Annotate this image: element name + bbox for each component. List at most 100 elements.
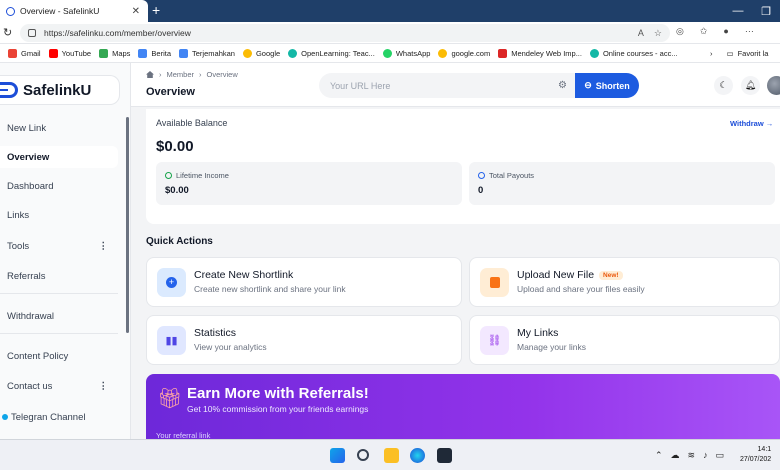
- edge-browser-icon[interactable]: [410, 448, 425, 463]
- total-payouts-box: Total Payouts 0: [469, 162, 775, 205]
- bookmark-maps[interactable]: Maps: [99, 48, 130, 58]
- system-tray: ⌃ ☁ ≋ ♪ ▭: [655, 450, 724, 461]
- search-icon[interactable]: [357, 449, 369, 461]
- bookmarks-bar: Gmail YouTube Maps Berita Terjemahkan Go…: [0, 44, 780, 63]
- bookmark-berita[interactable]: Berita: [138, 48, 171, 58]
- store-icon[interactable]: [437, 448, 452, 463]
- reload-icon[interactable]: ↻: [3, 26, 12, 39]
- sidebar-item-contact-us[interactable]: Contact us ⋮: [0, 375, 118, 397]
- link-icon: ⛓: [480, 326, 509, 355]
- link-icon: ⊖: [584, 80, 592, 90]
- browser-tab[interactable]: Overview - SafelinkU ✕: [0, 0, 148, 22]
- page-title: Overview: [146, 86, 195, 98]
- extensions-icon[interactable]: ◎: [676, 26, 684, 37]
- new-tab-button[interactable]: +: [152, 2, 160, 18]
- favorites-folder-label[interactable]: Favorit la: [738, 49, 769, 58]
- bookmark-terjemahkan[interactable]: Terjemahkan: [179, 48, 235, 58]
- card-title: My Links: [517, 327, 559, 339]
- bookmark-google-com[interactable]: google.com: [438, 48, 490, 58]
- minimize-icon[interactable]: —: [724, 5, 752, 17]
- bookmark-gmail[interactable]: Gmail: [8, 48, 41, 58]
- address-bar-row: ↻ https://safelinku.com/member/overview …: [0, 22, 780, 44]
- sidebar-item-new-link[interactable]: New Link: [0, 117, 118, 139]
- safelinku-logo-icon: [0, 82, 18, 98]
- total-payouts-value: 0: [478, 185, 484, 196]
- more-vertical-icon[interactable]: ⋮: [99, 381, 109, 392]
- cloud-icon[interactable]: ☁: [671, 450, 680, 461]
- url-input[interactable]: Your URL Here ⚙: [319, 73, 575, 98]
- brand-logo[interactable]: SafelinkU: [0, 75, 120, 105]
- plus-circle-icon: +: [157, 268, 186, 297]
- breadcrumb-member[interactable]: Member: [167, 70, 195, 79]
- brand-name: SafelinkU: [23, 81, 92, 99]
- read-aloud-icon[interactable]: A: [638, 28, 644, 39]
- windows-start-icon[interactable]: [330, 448, 345, 463]
- notifications-button[interactable]: 🔔︎: [741, 76, 760, 95]
- browser-tabstrip: Overview - SafelinkU ✕ + — ❐: [0, 0, 780, 22]
- quick-actions-title: Quick Actions: [146, 236, 213, 247]
- sidebar-item-links[interactable]: Links: [0, 204, 118, 226]
- card-subtitle: View your analytics: [194, 342, 267, 352]
- bookmark-openlearning[interactable]: OpenLearning: Teac...: [288, 48, 375, 58]
- bookmark-whatsapp[interactable]: WhatsApp: [382, 48, 430, 58]
- clock-date: 27/07/202: [740, 456, 772, 463]
- window-controls: — ❐: [724, 0, 780, 22]
- address-bar[interactable]: https://safelinku.com/member/overview A …: [20, 24, 670, 42]
- restore-icon[interactable]: ❐: [752, 5, 780, 18]
- clock[interactable]: 14:1 27/07/202: [740, 445, 771, 465]
- card-subtitle: Create new shortlink and share your link: [194, 284, 346, 294]
- sidebar-item-tools[interactable]: Tools ⋮: [0, 235, 118, 257]
- promo-title: Earn More with Referrals!: [187, 385, 369, 402]
- more-icon[interactable]: ···: [745, 26, 754, 37]
- home-icon[interactable]: [146, 71, 154, 78]
- lock-icon[interactable]: [28, 29, 36, 37]
- site-favicon-icon: [6, 6, 15, 16]
- moon-icon: ☾: [719, 80, 728, 90]
- more-vertical-icon[interactable]: ⋮: [99, 241, 109, 252]
- withdraw-link[interactable]: Withdraw →: [730, 119, 773, 128]
- card-subtitle: Upload and share your files easily: [517, 284, 645, 294]
- main-content: › Member › Overview Overview Your URL He…: [131, 63, 780, 444]
- bookmark-online-courses[interactable]: Online courses - acc...: [589, 48, 678, 58]
- bookmark-mendeley[interactable]: Mendeley Web Imp...: [498, 48, 582, 58]
- battery-icon[interactable]: ▭: [716, 450, 725, 461]
- file-explorer-icon[interactable]: [384, 448, 399, 463]
- favorite-star-icon[interactable]: ☆: [654, 28, 662, 39]
- url-text: https://safelinku.com/member/overview: [44, 28, 191, 38]
- sidebar-item-withdrawal[interactable]: Withdrawal: [0, 305, 118, 327]
- bell-icon: 🔔︎: [744, 80, 757, 90]
- card-title: Statistics: [194, 327, 237, 339]
- avatar[interactable]: [767, 76, 780, 95]
- sidebar-scrollbar[interactable]: [126, 117, 129, 333]
- check-circle-icon: [478, 172, 485, 179]
- wifi-icon[interactable]: ≋: [688, 450, 696, 461]
- speaker-icon[interactable]: ♪: [703, 450, 708, 461]
- create-shortlink-card[interactable]: + Create New Shortlink Create new shortl…: [146, 257, 462, 307]
- statistics-card[interactable]: ▮▮ Statistics View your analytics: [146, 315, 462, 365]
- sidebar-divider: [0, 333, 118, 334]
- chevron-up-icon[interactable]: ⌃: [655, 450, 663, 461]
- sidebar-item-dashboard[interactable]: Dashboard: [0, 175, 118, 197]
- sidebar-divider: [0, 293, 118, 294]
- my-links-card[interactable]: ⛓ My Links Manage your links: [469, 315, 780, 365]
- sidebar-item-telegram-channel[interactable]: Telegran Channel: [0, 406, 118, 428]
- lifetime-income-box: Lifetime Income $0.00: [156, 162, 462, 205]
- gear-icon[interactable]: ⚙: [558, 80, 567, 91]
- sidebar-item-overview[interactable]: Overview: [0, 146, 118, 168]
- bookmark-youtube[interactable]: YouTube: [48, 48, 91, 58]
- shorten-button[interactable]: ⊖ Shorten: [575, 73, 639, 98]
- sidebar-item-content-policy[interactable]: Content Policy: [0, 345, 118, 367]
- close-tab-icon[interactable]: ✕: [132, 6, 140, 17]
- available-balance-label: Available Balance: [156, 118, 228, 128]
- upload-file-card[interactable]: Upload New File New! Upload and share you…: [469, 257, 780, 307]
- bookmark-google[interactable]: Google: [242, 48, 280, 58]
- upload-icon: [480, 268, 509, 297]
- sidebar-item-referrals[interactable]: Referrals: [0, 265, 118, 287]
- page-header: › Member › Overview Overview Your URL He…: [131, 63, 780, 107]
- favorites-icon[interactable]: ✩: [700, 26, 708, 37]
- chevron-right-icon[interactable]: ›: [710, 49, 713, 58]
- profile-icon[interactable]: ●: [723, 26, 728, 37]
- dark-mode-toggle[interactable]: ☾: [714, 76, 733, 95]
- bar-chart-icon: ▮▮: [157, 326, 186, 355]
- favorites-folder-icon[interactable]: ▭: [727, 49, 734, 58]
